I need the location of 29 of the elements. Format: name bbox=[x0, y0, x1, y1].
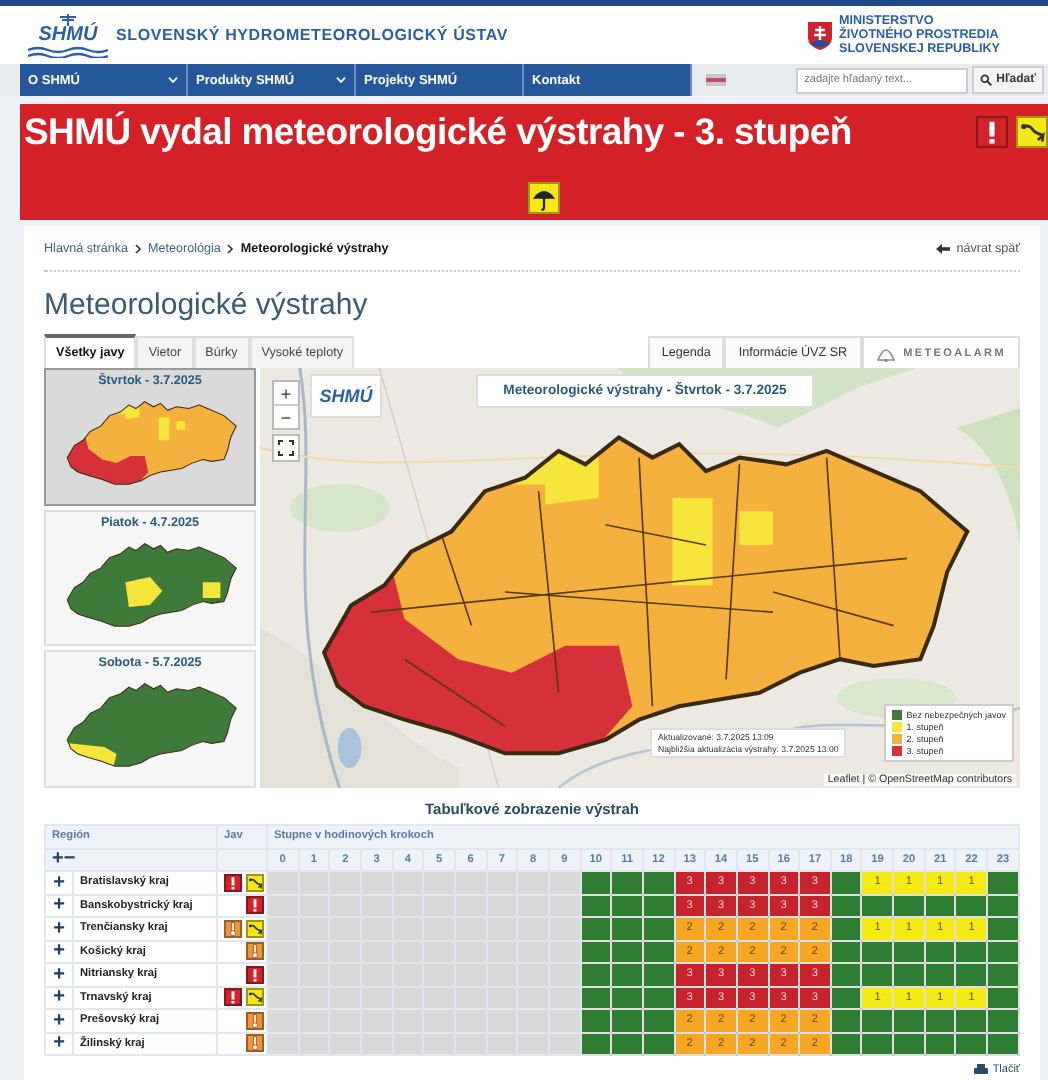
expand-button[interactable]: + bbox=[45, 963, 73, 986]
expand-button[interactable]: + bbox=[45, 940, 73, 963]
page-title: Meteorologické výstrahy bbox=[44, 288, 370, 322]
mast-icon bbox=[54, 13, 82, 25]
institute-name: SLOVENSKÝ HYDROMETEOROLOGICKÝ ÚSTAV bbox=[116, 26, 508, 44]
search-icon bbox=[980, 74, 993, 86]
expand-button[interactable]: + bbox=[45, 1009, 73, 1032]
zoom-out-button[interactable]: − bbox=[274, 404, 298, 428]
zoom-in-button[interactable]: + bbox=[274, 382, 298, 404]
expand-button[interactable]: + bbox=[45, 917, 73, 940]
shield-icon bbox=[807, 21, 832, 49]
fullscreen-icon bbox=[278, 440, 294, 456]
expand-button[interactable]: + bbox=[45, 986, 73, 1009]
alert-title: SHMÚ vydal meteorologické výstrahy - 3. stupeň bbox=[24, 110, 852, 154]
waves-icon bbox=[28, 45, 108, 57]
printer-icon bbox=[974, 1064, 989, 1076]
expand-button[interactable]: + bbox=[45, 894, 73, 917]
expand-all-button[interactable]: + bbox=[52, 849, 64, 870]
bell-icon bbox=[875, 345, 896, 361]
fullscreen-button[interactable] bbox=[272, 434, 300, 462]
flag-icon[interactable] bbox=[706, 74, 726, 86]
logo-text: SHMÚ bbox=[38, 25, 98, 45]
expand-button[interactable]: + bbox=[45, 1032, 73, 1055]
expand-button[interactable]: + bbox=[45, 871, 73, 894]
map-logo: SHMÚ bbox=[310, 374, 382, 418]
chevron-icon bbox=[226, 243, 235, 253]
arrow-left-icon bbox=[936, 243, 951, 253]
chevron-icon bbox=[134, 243, 142, 253]
collapse-all-button[interactable]: − bbox=[63, 849, 76, 870]
